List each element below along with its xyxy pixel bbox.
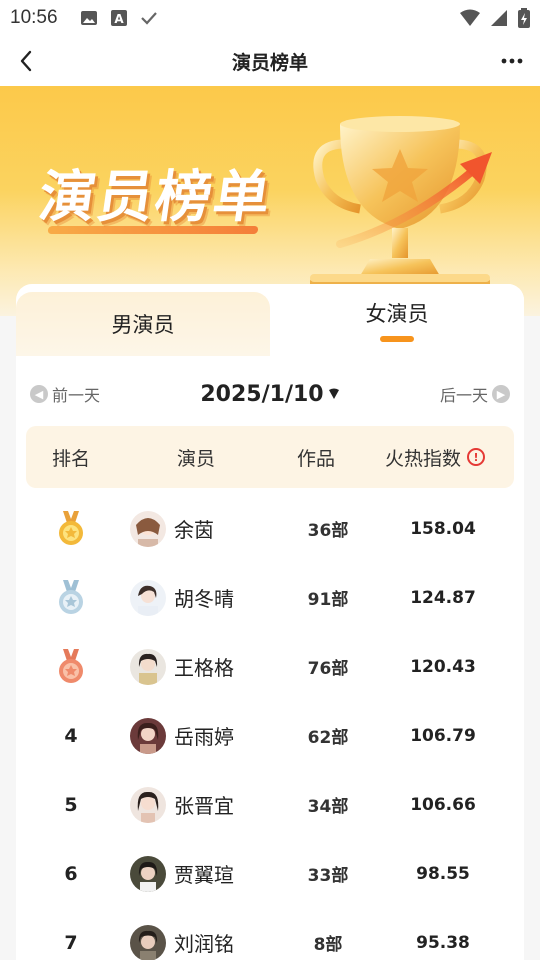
battery-icon <box>518 8 530 28</box>
rank-cell <box>16 510 126 547</box>
rank-number: 4 <box>64 724 78 747</box>
table-row[interactable]: 5 张晋宜 34部 106.66 <box>16 770 524 839</box>
avatar <box>130 786 166 823</box>
banner: 演员榜单 <box>0 86 540 316</box>
table-row[interactable]: 6 贾翼瑄 33部 98.55 <box>16 839 524 908</box>
actor-name: 岳雨婷 <box>174 725 234 749</box>
more-button[interactable] <box>496 45 528 77</box>
avatar <box>130 648 166 685</box>
ranking-card: 男演员 女演员 ◀ 前一天 2025/1/10 后一天 ▶ 排名 演员 作品 火… <box>16 284 524 960</box>
dropdown-triangle-icon <box>328 388 339 399</box>
actor-cell: 余茵 <box>130 510 280 547</box>
avatar <box>130 579 166 616</box>
back-button[interactable] <box>10 45 42 77</box>
prev-day-label: 前一天 <box>52 386 101 405</box>
avatar <box>130 924 166 960</box>
actor-cell: 岳雨婷 <box>130 717 280 754</box>
rank-cell <box>16 579 126 616</box>
header-actor: 演员 <box>176 447 215 470</box>
works-count: 91部 <box>307 590 349 610</box>
heat-index: 158.04 <box>410 518 476 539</box>
heat-index: 95.38 <box>416 932 470 953</box>
avatar <box>130 510 166 547</box>
avatar <box>130 855 166 892</box>
heat-index: 120.43 <box>410 656 476 677</box>
works-count: 33部 <box>307 866 349 886</box>
header-heat-label: 火热指数 <box>384 447 461 470</box>
actor-cell: 胡冬晴 <box>130 579 280 616</box>
tab-male-actors[interactable]: 男演员 <box>16 292 270 356</box>
gender-tabs: 男演员 女演员 <box>16 284 524 356</box>
nav-bar: 演员榜单 <box>0 36 540 86</box>
actor-cell: 张晋宜 <box>130 786 280 823</box>
heat-index: 124.87 <box>410 587 476 608</box>
rank-number: 6 <box>64 862 78 885</box>
ranking-list: 余茵 36部 158.04 胡冬晴 91部 124.87 王格格 76部 120… <box>16 494 524 960</box>
chevron-left-circle-icon: ◀ <box>30 385 48 403</box>
heat-index: 106.79 <box>410 725 476 746</box>
date-navigation: ◀ 前一天 2025/1/10 后一天 ▶ <box>16 376 524 412</box>
table-row[interactable]: 4 岳雨婷 62部 106.79 <box>16 701 524 770</box>
signal-icon <box>491 10 507 26</box>
heat-index: 106.66 <box>410 794 476 815</box>
rank-number: 5 <box>64 793 78 816</box>
font-a-icon: A <box>110 10 127 26</box>
actor-cell: 刘润铭 <box>130 924 280 960</box>
active-tab-indicator <box>380 336 414 342</box>
actor-name: 张晋宜 <box>174 794 234 818</box>
rank-number: 7 <box>64 931 78 954</box>
info-alert-icon[interactable]: ! <box>467 448 485 466</box>
status-icons-right <box>460 8 530 28</box>
bronze-medal-icon <box>59 648 83 683</box>
check-icon <box>140 12 157 25</box>
rank-cell <box>16 648 126 685</box>
actor-name: 胡冬晴 <box>174 587 234 611</box>
header-rank: 排名 <box>51 447 90 470</box>
heat-index: 98.55 <box>416 863 470 884</box>
more-dots-icon <box>501 58 523 64</box>
avatar <box>130 717 166 754</box>
svg-text:A: A <box>114 12 124 26</box>
actor-name: 余茵 <box>174 518 214 542</box>
works-count: 8部 <box>313 935 343 955</box>
works-count: 76部 <box>307 659 349 679</box>
date-picker[interactable]: 2025/1/10 <box>200 382 339 407</box>
tab-label: 男演员 <box>111 313 175 337</box>
actor-cell: 贾翼瑄 <box>130 855 280 892</box>
actor-name: 刘润铭 <box>174 932 234 956</box>
wifi-icon <box>460 9 480 26</box>
current-date: 2025/1/10 <box>200 381 324 407</box>
status-icons-left: A <box>80 9 158 27</box>
status-time: 10:56 <box>10 7 58 28</box>
gold-medal-icon <box>59 510 83 545</box>
chevron-right-circle-icon: ▶ <box>491 385 510 403</box>
header-heat: 火热指数 ! <box>356 444 514 471</box>
header-works: 作品 <box>296 447 335 470</box>
tab-label: 女演员 <box>365 302 429 326</box>
table-header: 排名 演员 作品 火热指数 ! <box>26 426 514 488</box>
next-day-button[interactable]: 后一天 ▶ <box>440 382 510 406</box>
actor-cell: 王格格 <box>130 648 280 685</box>
next-day-label: 后一天 <box>439 386 488 405</box>
actor-name: 贾翼瑄 <box>174 863 234 887</box>
works-count: 36部 <box>307 521 349 541</box>
prev-day-button[interactable]: ◀ 前一天 <box>30 382 100 406</box>
works-count: 34部 <box>307 797 349 817</box>
silver-medal-icon <box>59 579 83 614</box>
table-row[interactable]: 王格格 76部 120.43 <box>16 632 524 701</box>
table-row[interactable]: 余茵 36部 158.04 <box>16 494 524 563</box>
image-icon <box>80 11 97 25</box>
tab-female-actors[interactable]: 女演员 <box>270 284 524 356</box>
status-bar: 10:56 A <box>0 0 540 36</box>
chevron-left-icon <box>20 50 32 72</box>
table-row[interactable]: 7 刘润铭 8部 95.38 <box>16 908 524 960</box>
banner-title: 演员榜单 <box>34 165 276 230</box>
trophy-icon <box>310 116 492 294</box>
works-count: 62部 <box>307 728 349 748</box>
page-title: 演员榜单 <box>231 51 308 74</box>
actor-name: 王格格 <box>174 656 234 680</box>
table-row[interactable]: 胡冬晴 91部 124.87 <box>16 563 524 632</box>
